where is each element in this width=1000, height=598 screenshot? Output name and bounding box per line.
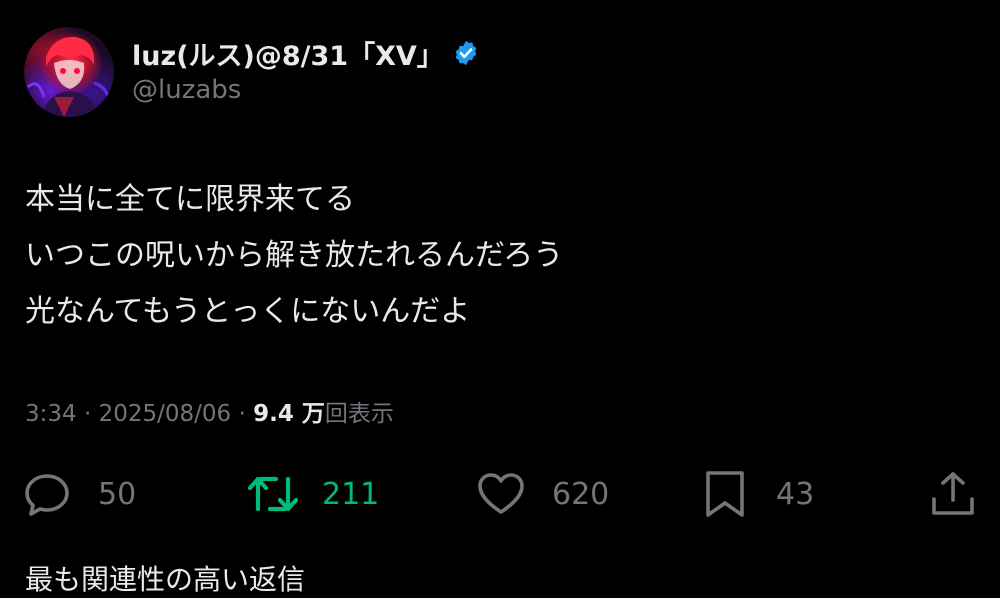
tweet-line: 本当に全てに限界来てる xyxy=(25,182,355,217)
tweet-text: 本当に全てに限界来てる いつこの呪いから解き放たれるんだろう 光なんてもうとっく… xyxy=(25,172,563,340)
tweet-line: 光なんてもうとっくにないんだよ xyxy=(25,294,471,329)
views-label: 回表示 xyxy=(324,401,394,427)
tweet-meta: 3:34 · 2025/08/06 · 9.4 万回表示 xyxy=(25,394,394,428)
replies-sort-label[interactable]: 最も関連性の高い返信 xyxy=(25,558,305,598)
tweet-time[interactable]: 3:34 xyxy=(25,401,77,427)
verified-badge-icon[interactable] xyxy=(452,39,480,67)
retweet-count: 211 xyxy=(322,476,380,512)
bookmark-button[interactable]: 43 xyxy=(700,466,814,522)
views-count: 9.4 万 xyxy=(253,401,325,427)
tweet-card: luz(ルス)@8/31「XV」 @luzabs 本当に全てに限界来てる いつこ… xyxy=(0,0,1000,596)
action-bar: 50 211 620 43 xyxy=(0,466,1000,522)
heart-icon xyxy=(476,469,526,519)
reply-button[interactable]: 50 xyxy=(22,466,136,522)
bookmark-count: 43 xyxy=(776,476,815,512)
reply-count: 50 xyxy=(98,476,137,512)
retweet-button[interactable]: 211 xyxy=(246,466,379,522)
author-name-row: luz(ルス)@8/31「XV」 xyxy=(132,33,480,73)
meta-separator: · xyxy=(76,401,99,427)
bookmark-icon xyxy=(700,469,750,519)
retweet-icon xyxy=(246,469,299,519)
share-upload-icon xyxy=(928,469,978,519)
tweet-date[interactable]: 2025/08/06 xyxy=(99,401,232,427)
author-handle[interactable]: @luzabs xyxy=(132,75,241,105)
meta-separator: · xyxy=(231,401,254,427)
reply-bubble-icon xyxy=(22,469,72,519)
avatar[interactable] xyxy=(24,27,114,117)
like-count: 620 xyxy=(552,476,610,512)
avatar-image xyxy=(26,36,112,117)
author-display-name[interactable]: luz(ルス)@8/31「XV」 xyxy=(132,34,444,73)
tweet-line: いつこの呪いから解き放たれるんだろう xyxy=(25,238,564,273)
like-button[interactable]: 620 xyxy=(476,466,609,522)
share-button[interactable] xyxy=(928,466,978,522)
